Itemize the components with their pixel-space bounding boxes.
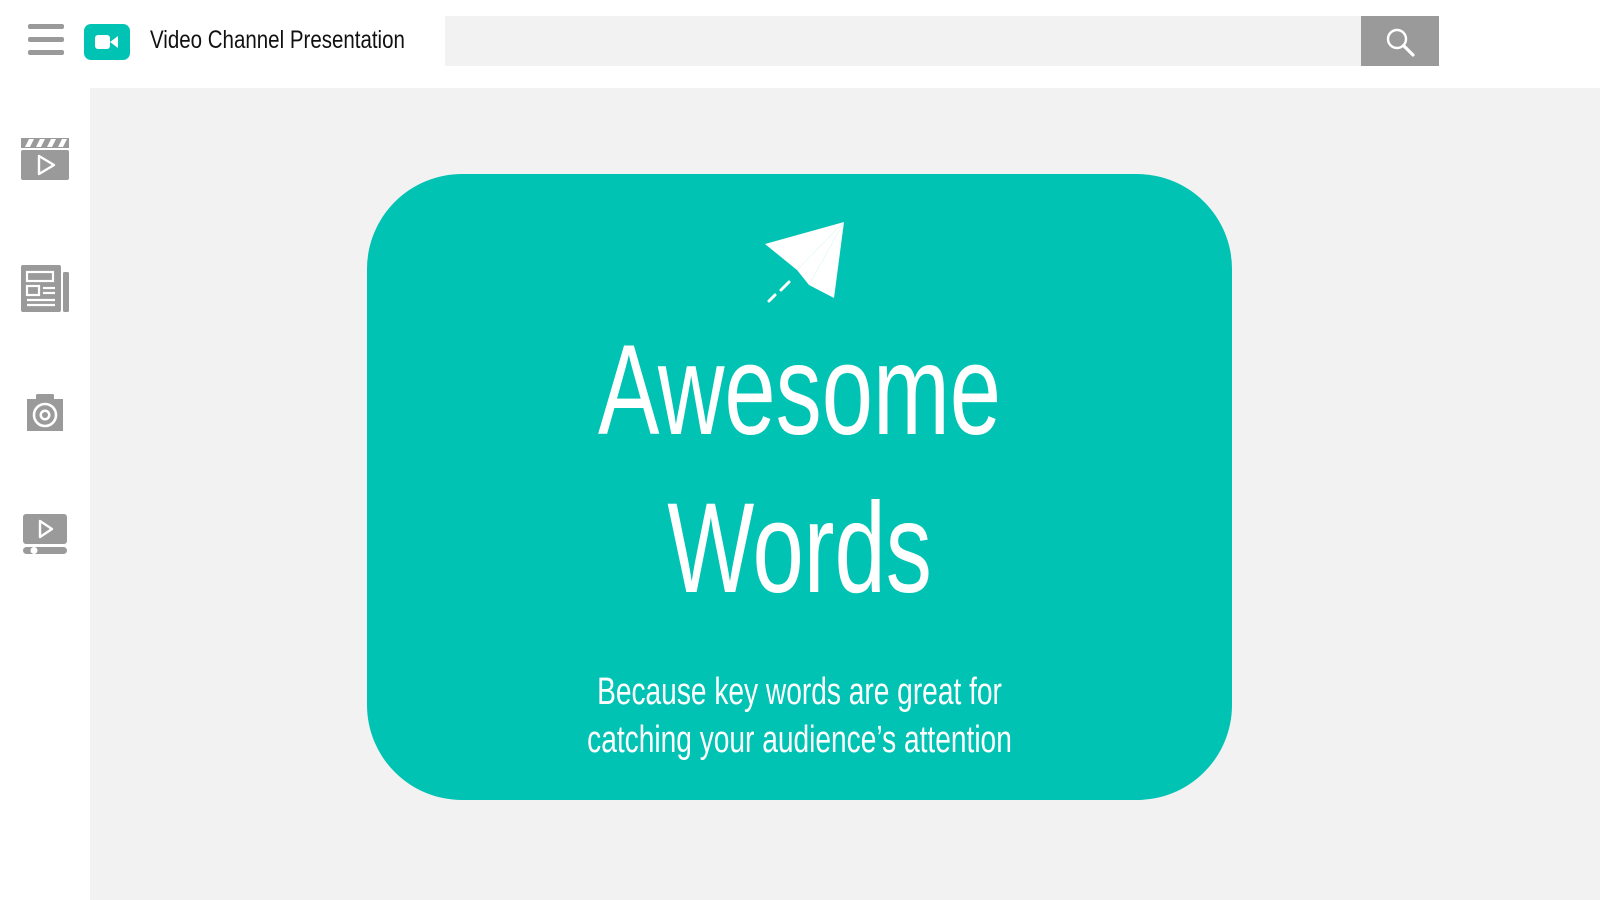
slide-headline: Awesome Words — [367, 312, 1232, 628]
camera-icon — [20, 394, 70, 440]
headline-line-2: Words — [667, 477, 932, 620]
video-player-icon — [20, 514, 70, 562]
sidebar-item-photos[interactable] — [20, 392, 70, 442]
hamburger-menu-icon[interactable] — [26, 22, 64, 58]
subtitle-line-2: catching your audience’s attention — [587, 719, 1012, 761]
main-content: Awesome Words Because key words are grea… — [90, 88, 1600, 900]
top-bar: Video Channel Presentation — [0, 0, 1600, 88]
sidebar-item-articles[interactable] — [20, 264, 70, 314]
sidebar-item-videos[interactable] — [20, 138, 70, 188]
video-camera-icon — [84, 24, 130, 60]
presentation-page: Video Channel Presentation Awesome Words… — [0, 0, 1600, 900]
channel-title: Video Channel Presentation — [150, 26, 405, 54]
headline-line-1: Awesome — [598, 319, 1001, 462]
subtitle-line-1: Because key words are great for — [597, 671, 1002, 713]
paper-plane-icon — [759, 222, 845, 309]
sidebar-item-player[interactable] — [20, 514, 70, 564]
newspaper-icon — [20, 265, 70, 318]
slide-subtitle: Because key words are great for catching… — [367, 668, 1232, 764]
title-card: Awesome Words Because key words are grea… — [367, 174, 1232, 800]
search-button[interactable] — [1361, 16, 1439, 66]
sidebar — [0, 88, 90, 900]
video-clapper-icon — [20, 138, 70, 186]
search-input[interactable] — [445, 16, 1362, 66]
